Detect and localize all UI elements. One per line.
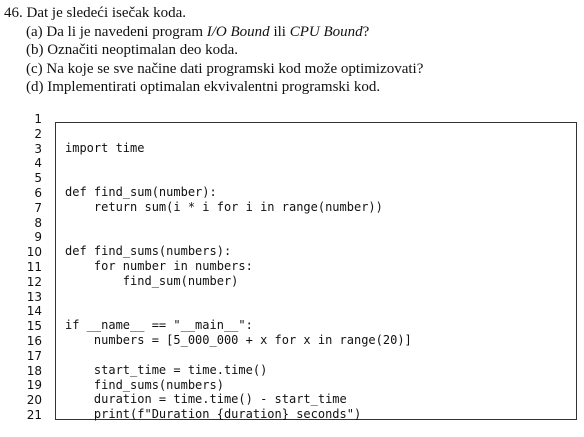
sub-question-list: (a) Da li je navedeni program I/O Bound … — [26, 23, 423, 97]
sub-question-text: Implementirati optimalan ekvivalentni pr… — [47, 79, 381, 95]
code-line: for number in numbers: — [65, 259, 253, 274]
sub-question-text: Označiti neoptimalan deo koda. — [47, 42, 239, 58]
line-number: 18 — [26, 363, 42, 378]
question-title: 46. Dat je sledeći isečak koda. — [4, 4, 423, 23]
question-text: Dat je sledeći isečak koda. — [26, 5, 187, 21]
line-number: 11 — [26, 259, 42, 274]
line-number: 10 — [26, 245, 42, 260]
code-line: duration = time.time() - start_time — [65, 392, 347, 407]
sub-question-label: (a) — [26, 23, 43, 40]
line-number: 14 — [26, 304, 42, 319]
code-line: import time — [65, 140, 145, 155]
code-line: return sum(i * i for i in range(number)) — [65, 199, 383, 214]
line-number: 8 — [34, 215, 42, 230]
sub-question-label: (c) — [26, 60, 43, 77]
code-line: start_time = time.time() — [65, 362, 268, 377]
line-number: 15 — [26, 319, 42, 334]
line-number: 6 — [34, 185, 42, 200]
code-line: find_sums(numbers) — [65, 377, 224, 392]
line-number: 21 — [26, 407, 42, 422]
code-line: numbers = [5_000_000 + x for x in range(… — [65, 333, 412, 348]
question-block: 46. Dat je sledeći isečak koda. (a) Da l… — [4, 4, 423, 97]
line-number: 7 — [34, 200, 42, 215]
line-number: 20 — [26, 393, 42, 408]
line-number: 3 — [34, 141, 42, 156]
sub-question-label: (d) — [26, 79, 44, 95]
sub-question-text-post: ? — [362, 23, 370, 40]
sub-question-text: Na koje se sve načine dati programski ko… — [46, 60, 424, 77]
line-number: 9 — [34, 230, 42, 245]
line-number: 13 — [26, 289, 42, 304]
code-listing: 1 2 3 4 5 6 7 8 9 10 11 12 13 14 15 16 17 18 19 20 21 import… — [14, 112, 580, 424]
code-line: print(f"Duration {duration} seconds") — [65, 407, 362, 422]
line-number: 12 — [26, 274, 42, 289]
sub-question-label: (b) — [26, 42, 44, 58]
line-number: 16 — [26, 333, 42, 348]
code-line: def find_sums(numbers): — [65, 244, 232, 259]
line-number: 5 — [34, 171, 42, 186]
sub-question-d: (d) Implementirati optimalan ekvivalentn… — [26, 78, 423, 97]
io-bound-term: I/O Bound — [206, 23, 270, 40]
code-line: if __name__ == "__main__": — [65, 318, 253, 333]
line-number: 19 — [26, 378, 42, 393]
line-number: 1 — [34, 112, 42, 126]
sub-question-a: (a) Da li je navedeni program I/O Bound … — [26, 23, 423, 42]
question-number: 46. — [4, 5, 23, 21]
code-line: find_sum(number) — [65, 273, 239, 288]
cpu-bound-term: CPU Bound — [289, 23, 363, 40]
code-text: import time def find_sum(number): return … — [65, 126, 412, 437]
sub-question-text-pre: Da li je navedeni program — [46, 23, 207, 40]
sub-question-b: (b) Označiti neoptimalan deo koda. — [26, 41, 423, 60]
sub-question-text-mid: ili — [269, 23, 290, 40]
line-number: 2 — [34, 126, 42, 141]
line-number-gutter: 1 2 3 4 5 6 7 8 9 10 11 12 13 14 15 16 17 18 19 20 21 — [14, 112, 42, 423]
sub-question-c: (c) Na koje se sve načine dati programsk… — [26, 60, 423, 79]
line-number: 4 — [34, 156, 42, 171]
code-line: def find_sum(number): — [65, 185, 217, 200]
line-number: 17 — [26, 348, 42, 363]
code-box: import time def find_sum(number): return … — [55, 122, 577, 421]
